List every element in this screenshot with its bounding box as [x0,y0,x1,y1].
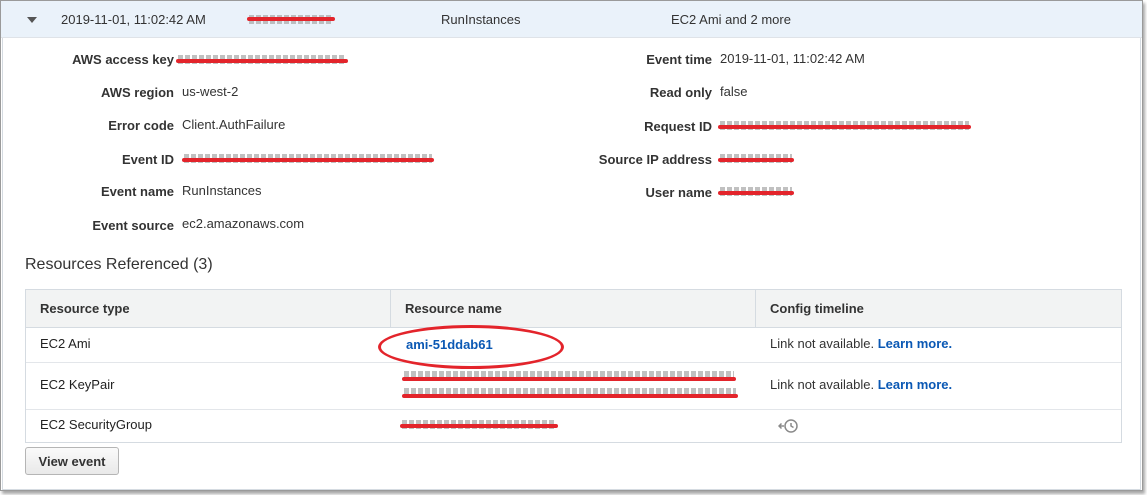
label-user-name: User name [645,185,712,200]
learn-more-link[interactable]: Learn more. [878,377,952,392]
field-request-id: Request ID [503,119,712,135]
redacted-user-name-detail [718,184,794,200]
label-aws-region: AWS region [101,85,174,100]
redacted-user-name [247,12,335,24]
config-timeline-cell: Link not available. Learn more. [770,336,952,351]
label-event-source: Event source [92,218,174,233]
field-aws-region: AWS region [3,85,174,101]
value-event-time: 2019-11-01, 11:02:42 AM [720,51,865,66]
resource-type: EC2 KeyPair [40,377,115,392]
event-detail-body: AWS access key AWS region us-west-2 Erro… [2,38,1141,490]
label-aws-access-key: AWS access key [72,52,174,67]
field-read-only: Read only [503,85,712,101]
label-event-id: Event ID [121,152,174,167]
event-row-header[interactable]: 2019-11-01, 11:02:42 AM RunInstances EC2… [1,1,1142,38]
resources-referenced-title: Resources Referenced (3) [25,256,213,273]
learn-more-link[interactable]: Learn more. [878,336,952,351]
config-timeline-cell: Link not available. Learn more. [770,377,952,392]
history-icon [777,419,798,433]
redacted-source-ip [718,151,794,167]
view-event-button[interactable]: View event [25,447,119,475]
resources-summary: EC2 Ami and 2 more [671,12,791,27]
event-name-summary: RunInstances [441,12,521,27]
field-error-code: Error code [3,118,174,134]
table-row: EC2 Ami ami-51ddab61 Link not available.… [26,325,1121,369]
value-aws-region: us-west-2 [182,84,239,99]
redacted-resource-name[interactable] [400,417,558,433]
value-error-code: Client.AuthFailure [182,117,286,132]
redacted-access-key [176,52,348,68]
label-event-time: Event time [646,52,712,67]
redacted-request-id [718,118,971,134]
column-config-timeline: Config timeline [755,290,1122,327]
resources-table: Resource type Resource name Config timel… [25,289,1122,443]
value-event-source: ec2.amazonaws.com [182,216,305,231]
field-event-time: Event time [503,52,712,68]
value-event-name: RunInstances [182,183,262,198]
resources-table-header: Resource type Resource name Config timel… [26,290,1121,328]
field-event-source: Event source [3,218,174,234]
resource-type: EC2 Ami [40,336,91,351]
event-time-summary: 2019-11-01, 11:02:42 AM [61,12,206,27]
redacted-event-id [182,151,434,167]
label-event-name: Event name [101,184,174,199]
link-not-available-text: Link not available. [770,336,875,351]
redacted-resource-name[interactable] [402,368,738,402]
label-source-ip: Source IP address [598,152,712,167]
resource-name-cell: ami-51ddab61 [378,325,564,369]
label-read-only: Read only [649,85,712,100]
field-user-name: User name [503,185,712,201]
value-read-only: false [720,84,748,99]
label-error-code: Error code [108,118,174,133]
link-not-available-text: Link not available. [770,377,875,392]
column-resource-type: Resource type [40,301,130,316]
table-row: EC2 SecurityGroup [26,410,1121,442]
column-resource-name: Resource name [390,290,756,327]
field-source-ip: Source IP address [503,152,712,168]
cloudtrail-event-panel: 2019-11-01, 11:02:42 AM RunInstances EC2… [0,0,1143,491]
field-event-name: Event name [3,184,174,200]
table-row: EC2 KeyPair Link not available. Learn mo… [26,363,1121,410]
resource-type: EC2 SecurityGroup [40,417,152,432]
config-timeline-icon[interactable] [777,418,800,437]
label-request-id: Request ID [644,119,712,134]
field-event-id: Event ID [3,152,174,168]
caret-down-icon[interactable] [27,17,37,23]
field-aws-access-key: AWS access key [3,52,174,68]
